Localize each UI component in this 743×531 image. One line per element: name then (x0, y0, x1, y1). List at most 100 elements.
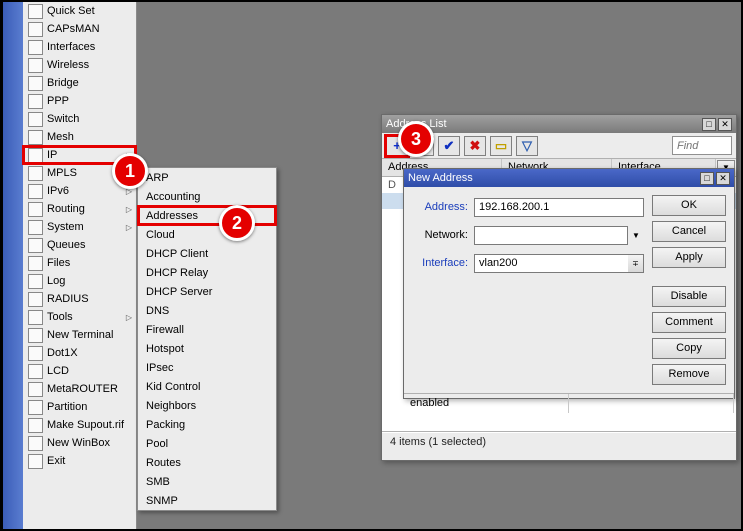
sidebar-item-radius[interactable]: RADIUS (23, 290, 136, 308)
menu-item-label: Quick Set (47, 5, 132, 17)
submenu-item-dhcp-server[interactable]: DHCP Server (138, 282, 276, 301)
sidebar-item-metarouter[interactable]: MetaROUTER (23, 380, 136, 398)
copy-button[interactable]: Copy (652, 338, 726, 359)
menu-item-label: Log (47, 275, 132, 287)
interface-label[interactable]: Interface: (412, 257, 474, 269)
menu-item-label: RADIUS (47, 293, 132, 305)
submenu-item-kid-control[interactable]: Kid Control (138, 377, 276, 396)
sidebar-item-wireless[interactable]: Wireless (23, 56, 136, 74)
address-list-title: Address List (386, 118, 700, 130)
sidebar-item-capsman[interactable]: CAPsMAN (23, 20, 136, 38)
menu-item-icon (28, 256, 43, 271)
menu-item-icon (28, 112, 43, 127)
ok-button[interactable]: OK (652, 195, 726, 216)
disable-button[interactable]: Disable (652, 286, 726, 307)
menu-item-label: Dot1X (47, 347, 132, 359)
sidebar-item-new-winbox[interactable]: New WinBox (23, 434, 136, 452)
menu-item-icon (28, 166, 43, 181)
menu-item-icon (28, 184, 43, 199)
interface-select[interactable] (474, 254, 628, 273)
submenu-item-cloud[interactable]: Cloud (138, 225, 276, 244)
submenu-item-dhcp-client[interactable]: DHCP Client (138, 244, 276, 263)
submenu-item-pool[interactable]: Pool (138, 434, 276, 453)
submenu-item-routes[interactable]: Routes (138, 453, 276, 472)
sidebar-item-interfaces[interactable]: Interfaces (23, 38, 136, 56)
menu-item-icon (28, 4, 43, 19)
submenu-arrow-icon: ▷ (126, 205, 132, 214)
submenu-arrow-icon: ▷ (126, 313, 132, 322)
close-icon[interactable]: ✕ (718, 118, 732, 131)
network-label: Network: (412, 229, 474, 241)
submenu-item-ipsec[interactable]: IPsec (138, 358, 276, 377)
submenu-item-packing[interactable]: Packing (138, 415, 276, 434)
expand-icon[interactable]: ▼ (628, 226, 644, 245)
sidebar-item-ppp[interactable]: PPP (23, 92, 136, 110)
submenu-item-dns[interactable]: DNS (138, 301, 276, 320)
submenu-item-neighbors[interactable]: Neighbors (138, 396, 276, 415)
find-input[interactable] (672, 136, 732, 155)
menu-item-icon (28, 328, 43, 343)
submenu-item-accounting[interactable]: Accounting (138, 187, 276, 206)
submenu-item-hotspot[interactable]: Hotspot (138, 339, 276, 358)
minimize-icon[interactable]: □ (702, 118, 716, 131)
comment-button[interactable]: Comment (652, 312, 726, 333)
address-list-titlebar[interactable]: Address List □ ✕ (382, 115, 736, 133)
sidebar-item-exit[interactable]: Exit (23, 452, 136, 470)
sidebar-item-mesh[interactable]: Mesh (23, 128, 136, 146)
filter-button[interactable]: ▽ (516, 136, 538, 156)
menu-item-label: System (47, 221, 124, 233)
callout-2: 2 (219, 205, 255, 241)
address-input[interactable] (474, 198, 644, 217)
sidebar-item-lcd[interactable]: LCD (23, 362, 136, 380)
sidebar-item-make-supout-rif[interactable]: Make Supout.rif (23, 416, 136, 434)
menu-item-icon (28, 76, 43, 91)
sidebar-item-files[interactable]: Files (23, 254, 136, 272)
menu-item-label: IPv6 (47, 185, 124, 197)
comment-button[interactable]: ▭ (490, 136, 512, 156)
submenu-item-arp[interactable]: ARP (138, 168, 276, 187)
new-address-title: New Address (408, 172, 698, 184)
enable-button[interactable]: ✔ (438, 136, 460, 156)
menu-item-label: CAPsMAN (47, 23, 132, 35)
sidebar-item-bridge[interactable]: Bridge (23, 74, 136, 92)
sidebar-item-quick-set[interactable]: Quick Set (23, 2, 136, 20)
sidebar-item-routing[interactable]: Routing▷ (23, 200, 136, 218)
network-input[interactable] (474, 226, 628, 245)
dropdown-icon[interactable]: ∓ (628, 254, 644, 273)
apply-button[interactable]: Apply (652, 247, 726, 268)
menu-item-label: Files (47, 257, 132, 269)
menu-item-icon (28, 310, 43, 325)
menu-item-icon (28, 40, 43, 55)
address-list-toolbar: + − ✔ ✖ ▭ ▽ (382, 133, 736, 159)
menu-item-label: PPP (47, 95, 132, 107)
sidebar-item-dot1x[interactable]: Dot1X (23, 344, 136, 362)
submenu-item-addresses[interactable]: Addresses (138, 206, 276, 225)
submenu-item-snmp[interactable]: SNMP (138, 491, 276, 510)
submenu-item-dhcp-relay[interactable]: DHCP Relay (138, 263, 276, 282)
sidebar-item-tools[interactable]: Tools▷ (23, 308, 136, 326)
menu-item-label: Exit (47, 455, 132, 467)
menu-item-label: Bridge (47, 77, 132, 89)
menu-item-label: Switch (47, 113, 132, 125)
row-flag: D (388, 179, 402, 191)
disable-button[interactable]: ✖ (464, 136, 486, 156)
close-icon[interactable]: ✕ (716, 172, 730, 185)
callout-1: 1 (112, 153, 148, 189)
sidebar-item-system[interactable]: System▷ (23, 218, 136, 236)
menu-item-label: Make Supout.rif (47, 419, 132, 431)
menu-item-icon (28, 22, 43, 37)
sidebar-item-log[interactable]: Log (23, 272, 136, 290)
submenu-item-smb[interactable]: SMB (138, 472, 276, 491)
sidebar-item-queues[interactable]: Queues (23, 236, 136, 254)
cancel-button[interactable]: Cancel (652, 221, 726, 242)
sidebar-item-switch[interactable]: Switch (23, 110, 136, 128)
address-label[interactable]: Address: (412, 201, 474, 213)
remove-button[interactable]: Remove (652, 364, 726, 385)
submenu-item-firewall[interactable]: Firewall (138, 320, 276, 339)
sidebar-item-new-terminal[interactable]: New Terminal (23, 326, 136, 344)
menu-item-icon (28, 292, 43, 307)
minimize-icon[interactable]: □ (700, 172, 714, 185)
new-address-titlebar[interactable]: New Address □ ✕ (404, 169, 734, 187)
sidebar-item-partition[interactable]: Partition (23, 398, 136, 416)
status-enabled: enabled (404, 394, 569, 413)
